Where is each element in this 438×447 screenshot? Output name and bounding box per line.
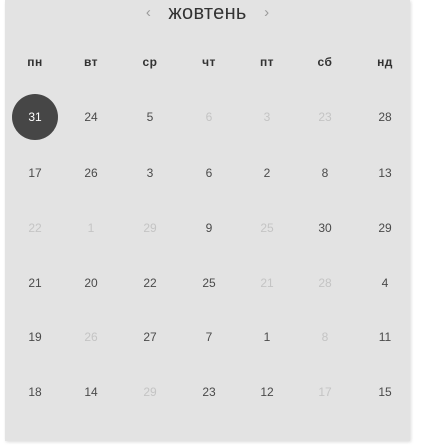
day-cell[interactable]: 6 xyxy=(189,97,229,137)
day-cell[interactable]: 11 xyxy=(365,317,405,357)
calendar-picker: ‹ жовтень › пн вт ср чт пт сб нд 31 24 5 6 3 23 28 17… xyxy=(5,0,410,441)
day-cell[interactable]: 1 xyxy=(71,208,111,248)
day-cell[interactable]: 3 xyxy=(130,153,170,193)
day-cell[interactable]: 21 xyxy=(247,263,287,303)
day-cell[interactable]: 29 xyxy=(130,372,170,412)
day-cell[interactable]: 29 xyxy=(130,208,170,248)
day-cell[interactable]: 15 xyxy=(365,372,405,412)
day-cell[interactable]: 28 xyxy=(365,97,405,137)
day-cell[interactable]: 26 xyxy=(71,317,111,357)
day-grid: 31 24 5 6 3 23 28 17 26 3 6 2 8 13 22 1 29 9 25 30 29 21 20 22 2… xyxy=(5,0,410,441)
day-cell[interactable]: 17 xyxy=(305,372,345,412)
day-cell[interactable]: 17 xyxy=(15,153,55,193)
day-cell[interactable]: 18 xyxy=(15,372,55,412)
day-cell[interactable]: 29 xyxy=(365,208,405,248)
selected-day-cell[interactable]: 31 xyxy=(12,94,58,140)
day-cell[interactable]: 25 xyxy=(189,263,229,303)
day-cell[interactable]: 22 xyxy=(130,263,170,303)
day-cell[interactable]: 8 xyxy=(305,317,345,357)
day-cell[interactable]: 19 xyxy=(15,317,55,357)
day-cell[interactable]: 24 xyxy=(71,97,111,137)
day-cell[interactable]: 27 xyxy=(130,317,170,357)
day-cell[interactable]: 20 xyxy=(71,263,111,303)
day-cell[interactable]: 23 xyxy=(305,97,345,137)
day-cell[interactable]: 13 xyxy=(365,153,405,193)
day-cell[interactable]: 26 xyxy=(71,153,111,193)
day-cell[interactable]: 6 xyxy=(189,153,229,193)
day-cell[interactable]: 23 xyxy=(189,372,229,412)
day-cell[interactable]: 21 xyxy=(15,263,55,303)
day-cell[interactable]: 30 xyxy=(305,208,345,248)
day-cell[interactable]: 12 xyxy=(247,372,287,412)
day-cell[interactable]: 1 xyxy=(247,317,287,357)
day-cell[interactable]: 5 xyxy=(130,97,170,137)
day-cell[interactable]: 7 xyxy=(189,317,229,357)
day-cell[interactable]: 8 xyxy=(305,153,345,193)
day-cell[interactable]: 9 xyxy=(189,208,229,248)
day-cell[interactable]: 4 xyxy=(365,263,405,303)
day-cell[interactable]: 25 xyxy=(247,208,287,248)
day-cell[interactable]: 28 xyxy=(305,263,345,303)
day-cell[interactable]: 14 xyxy=(71,372,111,412)
day-cell[interactable]: 22 xyxy=(15,208,55,248)
day-cell[interactable]: 2 xyxy=(247,153,287,193)
day-cell[interactable]: 3 xyxy=(247,97,287,137)
